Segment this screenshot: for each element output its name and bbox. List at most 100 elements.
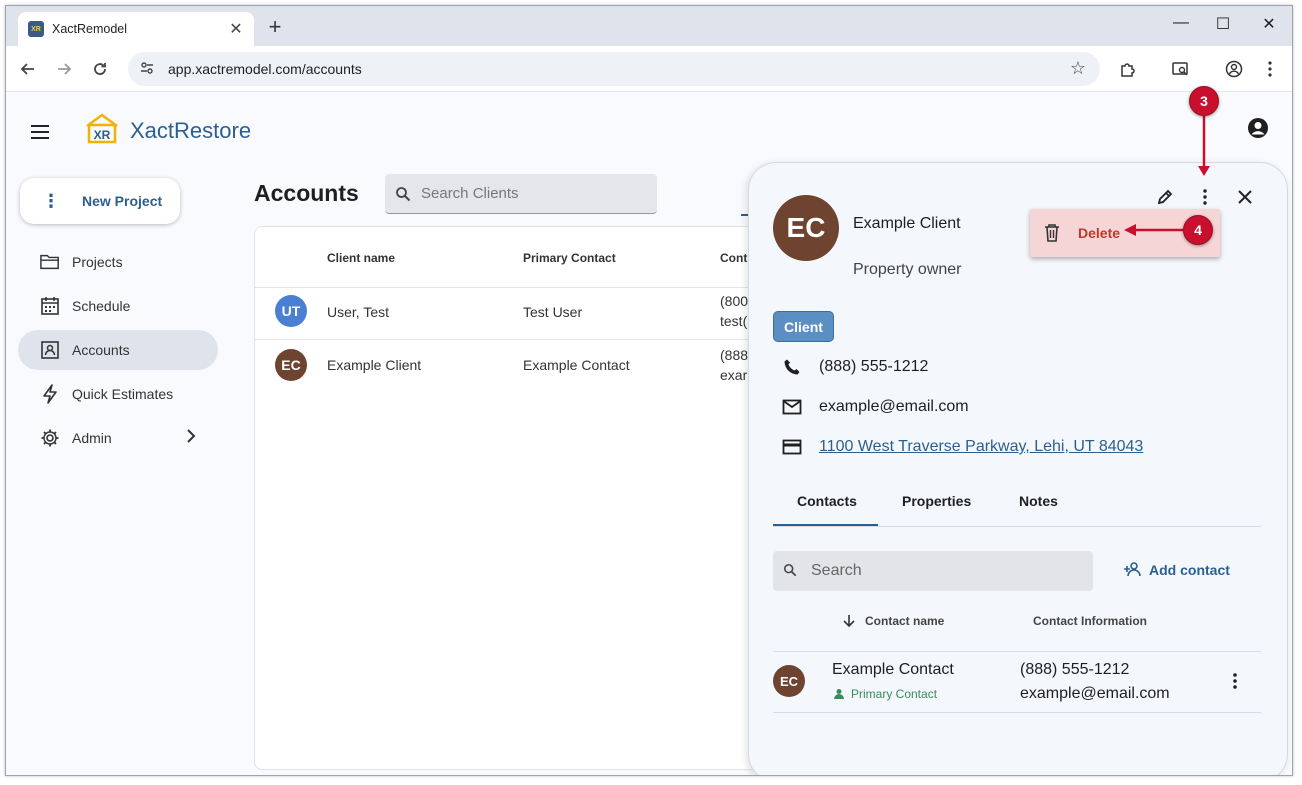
minimize-icon[interactable]: — [1166, 14, 1196, 32]
lightning-icon [40, 384, 60, 404]
column-header-contact-name[interactable]: Contact name [843, 614, 944, 628]
contact-phone: (800 [720, 293, 749, 309]
contact-card-icon [40, 340, 60, 360]
contact-phone: (888) 555-1212 [1020, 661, 1130, 678]
nav-label: Admin [72, 430, 112, 446]
new-tab-icon[interactable]: + [262, 14, 288, 40]
folder-icon [40, 252, 60, 272]
search-placeholder: Search [811, 562, 862, 579]
address-row: 1100 West Traverse Parkway, Lehi, UT 840… [781, 437, 1143, 457]
divider [255, 287, 813, 288]
extensions-icon[interactable] [1116, 57, 1140, 81]
back-icon[interactable] [16, 57, 40, 81]
credit-card-icon [781, 437, 803, 457]
avatar: UT [275, 295, 307, 327]
nav-item-quick-estimates[interactable]: Quick Estimates [18, 374, 218, 414]
more-vertical-icon: ⋮ [42, 190, 60, 211]
browser-toolbar: app.xactremodel.com/accounts ☆ [6, 46, 1292, 92]
close-window-icon[interactable]: ✕ [1254, 14, 1284, 34]
client-type-badge: Client [773, 311, 834, 342]
gear-icon [40, 428, 60, 448]
primary-contact-label: Primary Contact [851, 687, 938, 701]
tab-close-icon[interactable]: ✕ [228, 19, 244, 39]
contact-name: Example Contact [832, 661, 954, 678]
nav-item-admin[interactable]: Admin [18, 418, 218, 458]
phone-row: (888) 555-1212 [781, 357, 928, 377]
trash-icon [1044, 223, 1062, 243]
more-options-icon[interactable] [1193, 185, 1217, 209]
tab-properties[interactable]: Properties [902, 493, 971, 509]
edit-pencil-icon[interactable] [1153, 185, 1177, 209]
add-contact-label: Add contact [1149, 562, 1230, 578]
forward-icon[interactable] [52, 57, 76, 81]
add-person-icon [1123, 561, 1143, 579]
hamburger-menu-icon[interactable] [30, 120, 50, 146]
client-role: Property owner [853, 261, 962, 278]
nav-label: Schedule [72, 298, 131, 314]
contact-search-input[interactable]: Search [773, 551, 1093, 591]
logo-badge-text: XR [94, 128, 111, 142]
calendar-icon [40, 296, 60, 316]
client-name: User, Test [327, 304, 389, 320]
sort-arrow-down-icon [843, 614, 855, 628]
profile-icon[interactable] [1222, 57, 1246, 81]
new-project-label: New Project [82, 193, 163, 209]
page-title: Accounts [254, 180, 359, 206]
nav-label: Accounts [72, 342, 130, 358]
search-icon [395, 186, 411, 202]
bookmark-star-icon[interactable]: ☆ [1070, 58, 1086, 79]
close-panel-icon[interactable] [1233, 185, 1257, 209]
xactrestore-logo[interactable]: XR [84, 112, 120, 144]
site-settings-icon[interactable] [140, 61, 156, 78]
client-name: Example Client [327, 357, 422, 373]
nav-item-projects[interactable]: Projects [18, 242, 218, 282]
browser-menu-icon[interactable] [1258, 57, 1282, 81]
nav-label: Projects [72, 254, 123, 270]
add-contact-button[interactable]: Add contact [1123, 561, 1230, 579]
tab-title: XactRemodel [52, 22, 128, 36]
search-placeholder: Search Clients [421, 185, 519, 202]
tab-strip: XR XactRemodel ✕ + — ☐ ✕ [6, 6, 1292, 46]
url-text: app.xactremodel.com/accounts [168, 61, 362, 77]
contact-email: exar [720, 367, 748, 383]
delete-label: Delete [1078, 225, 1121, 241]
tab-notes[interactable]: Notes [1019, 493, 1058, 509]
contact-email: example@email.com [1020, 685, 1170, 702]
browser-window: XR XactRemodel ✕ + — ☐ ✕ app.xactremodel… [5, 5, 1293, 776]
maximize-icon[interactable]: ☐ [1208, 14, 1238, 34]
browser-tab[interactable]: XR XactRemodel ✕ [18, 12, 254, 46]
primary-contact-tag: Primary Contact [833, 687, 937, 701]
client-avatar: EC [773, 195, 839, 261]
callout-step-4: 4 [1183, 215, 1213, 245]
primary-contact: Example Contact [523, 357, 630, 373]
column-header-primary-contact[interactable]: Primary Contact [523, 251, 616, 265]
address-bar[interactable]: app.xactremodel.com/accounts ☆ [128, 52, 1100, 86]
avatar: EC [275, 349, 307, 381]
client-name: Example Client [853, 215, 961, 232]
nav-item-schedule[interactable]: Schedule [18, 286, 218, 326]
column-header-client-name[interactable]: Client name [327, 251, 395, 265]
divider [255, 339, 813, 340]
contact-more-options-icon[interactable] [1225, 669, 1245, 693]
search-icon [783, 563, 799, 579]
divider [773, 651, 1261, 652]
contact-avatar: EC [773, 665, 805, 697]
column-header-label: Contact name [865, 614, 945, 628]
reload-icon[interactable] [88, 57, 112, 81]
contact-email: test( [720, 313, 748, 329]
nav-item-accounts[interactable]: Accounts [18, 330, 218, 370]
xactremodel-favicon: XR [28, 21, 44, 37]
app-title: XactRestore [130, 118, 252, 143]
address-link[interactable]: 1100 West Traverse Parkway, Lehi, UT 840… [819, 438, 1143, 456]
tab-contacts[interactable]: Contacts [797, 493, 857, 509]
person-icon [833, 688, 845, 700]
email-row: example@email.com [781, 397, 969, 417]
new-project-button[interactable]: ⋮ New Project [20, 178, 180, 224]
contact-phone: (888 [720, 347, 749, 363]
cast-search-icon[interactable] [1168, 57, 1192, 81]
search-clients-input[interactable]: Search Clients [385, 174, 657, 214]
column-header-contact-info[interactable]: Contact Information [1033, 614, 1147, 628]
phone-value: (888) 555-1212 [819, 358, 929, 375]
column-header-contact[interactable]: Cont [720, 251, 747, 265]
user-account-icon[interactable] [1246, 116, 1270, 140]
